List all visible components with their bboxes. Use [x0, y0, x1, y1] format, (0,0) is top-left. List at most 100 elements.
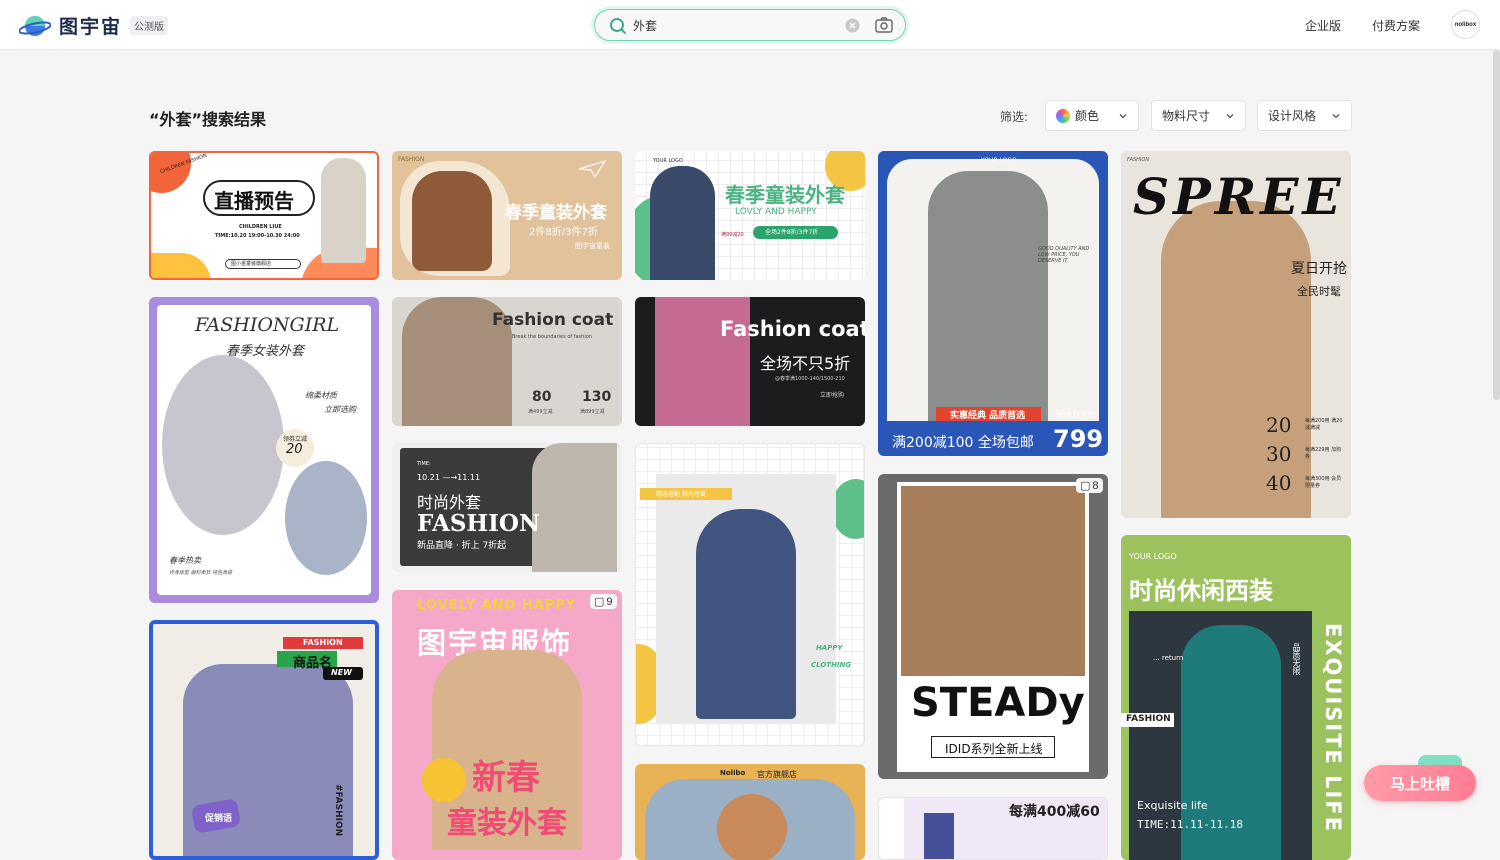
- model-photo: [928, 171, 1048, 421]
- template-card-fashion-coat-dark[interactable]: Fashion coat 全场不只5折 @春季满1000-140/1500-21…: [635, 297, 865, 426]
- time-text: TIME:11.11-11.18: [1137, 818, 1243, 831]
- card-sub: CHILDREN LIUE: [239, 224, 282, 230]
- logo[interactable]: 图宇宙 公测版: [18, 12, 169, 39]
- model-photo: [924, 813, 954, 859]
- shop-name: 图宇宙童装: [575, 242, 610, 250]
- child-photo: [650, 166, 715, 280]
- logo-text: YOUR LOGO: [981, 157, 1017, 164]
- filter-color[interactable]: 颜色: [1045, 100, 1139, 131]
- template-card-lovely-happy[interactable]: LOVELY AND HAPPY 图宇宙服饰 新春 童装外套 ▢ 9: [392, 590, 622, 860]
- card-note: @春季满1000-140/1500-210: [775, 376, 845, 382]
- template-card-happy-clothing[interactable]: 精选搭配 阳光可爱 HAPPY CLOTHING: [635, 443, 865, 746]
- template-card-spring-kids[interactable]: FASHION 春季童装外套 2件8折/3件7折 图宇宙童装: [392, 151, 622, 280]
- page-title: “外套”搜索结果: [149, 110, 267, 129]
- value-2-desc: 满899立减: [580, 409, 605, 415]
- nav-pricing[interactable]: 付费方案: [1372, 17, 1420, 34]
- child-photo: [321, 158, 366, 263]
- promo-text: 全场2件8折/3件7折: [765, 229, 819, 236]
- feedback-button[interactable]: 马上吐槽: [1364, 765, 1476, 801]
- template-card-live-preview[interactable]: CHILDREN FASHION 直播预告 CHILDREN LIUE TIME…: [149, 151, 379, 280]
- chevron-down-icon: [1332, 114, 1340, 119]
- card-title: Fashion coat: [720, 317, 865, 341]
- template-card-fashion-coat[interactable]: Fashion coat Break the boundaries of fas…: [392, 297, 622, 426]
- model-photo: [532, 443, 617, 572]
- card-search-text: 图小宙童装旗舰店: [231, 261, 272, 267]
- template-card-fashion-girl[interactable]: FASHIONGIRL 春季女装外套 绵柔材质 立即选购 领券立减 20 春季热…: [149, 297, 379, 603]
- vertical-text: EXQUISITE LIFE: [1321, 623, 1345, 834]
- note-2: 立即选购: [324, 405, 356, 414]
- shop-name: Nolibo: [720, 769, 746, 777]
- card-title: 时尚休闲西装: [1129, 577, 1273, 605]
- filter-size[interactable]: 物料尺寸: [1151, 100, 1246, 131]
- card-sub-2: 全民时髦: [1297, 285, 1341, 298]
- card-sub: IDID系列全新上线: [945, 742, 1043, 756]
- page-count: 9: [606, 595, 613, 608]
- tag-text: 精选搭配 阳光可爱: [656, 491, 706, 498]
- time-dates: 10.21 —→11.11: [417, 473, 481, 482]
- logo-text: YOUR LOGO: [653, 158, 683, 164]
- life-text: Exquisite life: [1137, 799, 1208, 812]
- note-1: 绵柔材质: [305, 391, 337, 400]
- price-1-desc: 每满200用 满20减满减: [1305, 418, 1343, 431]
- price-2: 30: [1266, 442, 1292, 466]
- price-value: 799: [1053, 425, 1104, 453]
- paper-plane-icon: [578, 159, 607, 179]
- template-card-fashion-time[interactable]: TIME: 10.21 —→11.11 时尚外套 FASHION 新品直降 · …: [392, 443, 622, 572]
- time-label: TIME:: [417, 461, 431, 467]
- card-title: 春季童装外套: [725, 183, 845, 207]
- template-card-spree[interactable]: FASHION SPREE 夏日开抢 全民时髦 20 每满200用 满20减满减…: [1121, 151, 1351, 518]
- planet-logo-icon: [18, 13, 52, 39]
- card-sub: 春季女装外套: [226, 344, 305, 359]
- logo-text: YOUR LOGO: [1129, 552, 1177, 561]
- template-card-new-arrival[interactable]: FASHION 商品名 NEW #FASHION 促销语: [149, 620, 379, 860]
- filter-style-label: 设计风格: [1268, 109, 1317, 123]
- template-card-steady[interactable]: STEADy IDID系列全新上线 ▢ 8: [878, 474, 1108, 779]
- tag-text: FASHION: [1127, 157, 1150, 163]
- foot-title: 春季热卖: [169, 556, 201, 565]
- clear-icon[interactable]: [845, 18, 860, 38]
- model-photo: [901, 486, 1085, 676]
- model-photo: [162, 355, 284, 535]
- card-title: 春季童装外套: [505, 203, 607, 223]
- template-card-discount[interactable]: 每满400减60: [878, 797, 1108, 860]
- price-1: 20: [1266, 413, 1292, 437]
- date-text: 02.02-03.03: [830, 267, 861, 273]
- card-sub: LOVLY AND HAPPY: [735, 207, 817, 217]
- filter-color-label: 颜色: [1075, 109, 1100, 123]
- search-bar[interactable]: [594, 9, 906, 41]
- template-card-quality-price[interactable]: YOUR LOGO GOOD QUALITY AND LOW PRICE, YO…: [878, 151, 1108, 456]
- quality-text: GOOD QUALITY AND LOW PRICE, YOU DESERVE …: [1038, 246, 1090, 264]
- card-title: 直播预告: [214, 189, 294, 213]
- nav-enterprise[interactable]: 企业版: [1305, 17, 1341, 34]
- color-wheel-icon: [1056, 108, 1070, 123]
- pages-icon: ▢: [1080, 480, 1091, 492]
- price-3: 40: [1266, 471, 1292, 495]
- search-input[interactable]: [633, 16, 833, 34]
- card-big: FASHION: [417, 510, 540, 537]
- pre-price-label: 预估到手价: [1056, 410, 1096, 419]
- model-photo: [717, 794, 787, 860]
- value-1: 80: [532, 389, 552, 405]
- coupon-value: 20: [286, 442, 303, 457]
- template-card-spring-kids-green[interactable]: YOUR LOGO 春季童装外套 LOVLY AND HAPPY 全场2件8折/…: [635, 151, 865, 280]
- card-cta: 立即抢购: [820, 392, 845, 399]
- chevron-down-icon: [1226, 114, 1234, 119]
- template-card-official-store[interactable]: Nolibo 官方旗舰店: [635, 764, 865, 860]
- price-3-desc: 每满300用 会员限量券: [1305, 476, 1342, 489]
- scrollbar[interactable]: [1493, 50, 1500, 400]
- filter-size-label: 物料尺寸: [1162, 109, 1211, 123]
- avatar[interactable]: nolibox: [1451, 10, 1480, 39]
- camera-icon[interactable]: [875, 17, 893, 38]
- child-photo: [696, 509, 796, 719]
- side-text: #FASHION: [333, 784, 343, 837]
- template-card-casual-suit[interactable]: YOUR LOGO 时尚休闲西装 ... return 品质无限 FASHION…: [1121, 535, 1351, 860]
- shop-sub: 官方旗舰店: [757, 770, 797, 779]
- filter-style[interactable]: 设计风格: [1257, 100, 1352, 131]
- value-1-desc: 满499立减: [528, 409, 553, 415]
- tag-text: FASHION: [1126, 714, 1171, 724]
- sun-icon: [422, 758, 466, 802]
- word-2: CLOTHING: [811, 661, 852, 669]
- filter-label: 筛选:: [1000, 110, 1029, 124]
- card-sub: 全场不只5折: [760, 354, 851, 373]
- child-photo: [412, 171, 492, 271]
